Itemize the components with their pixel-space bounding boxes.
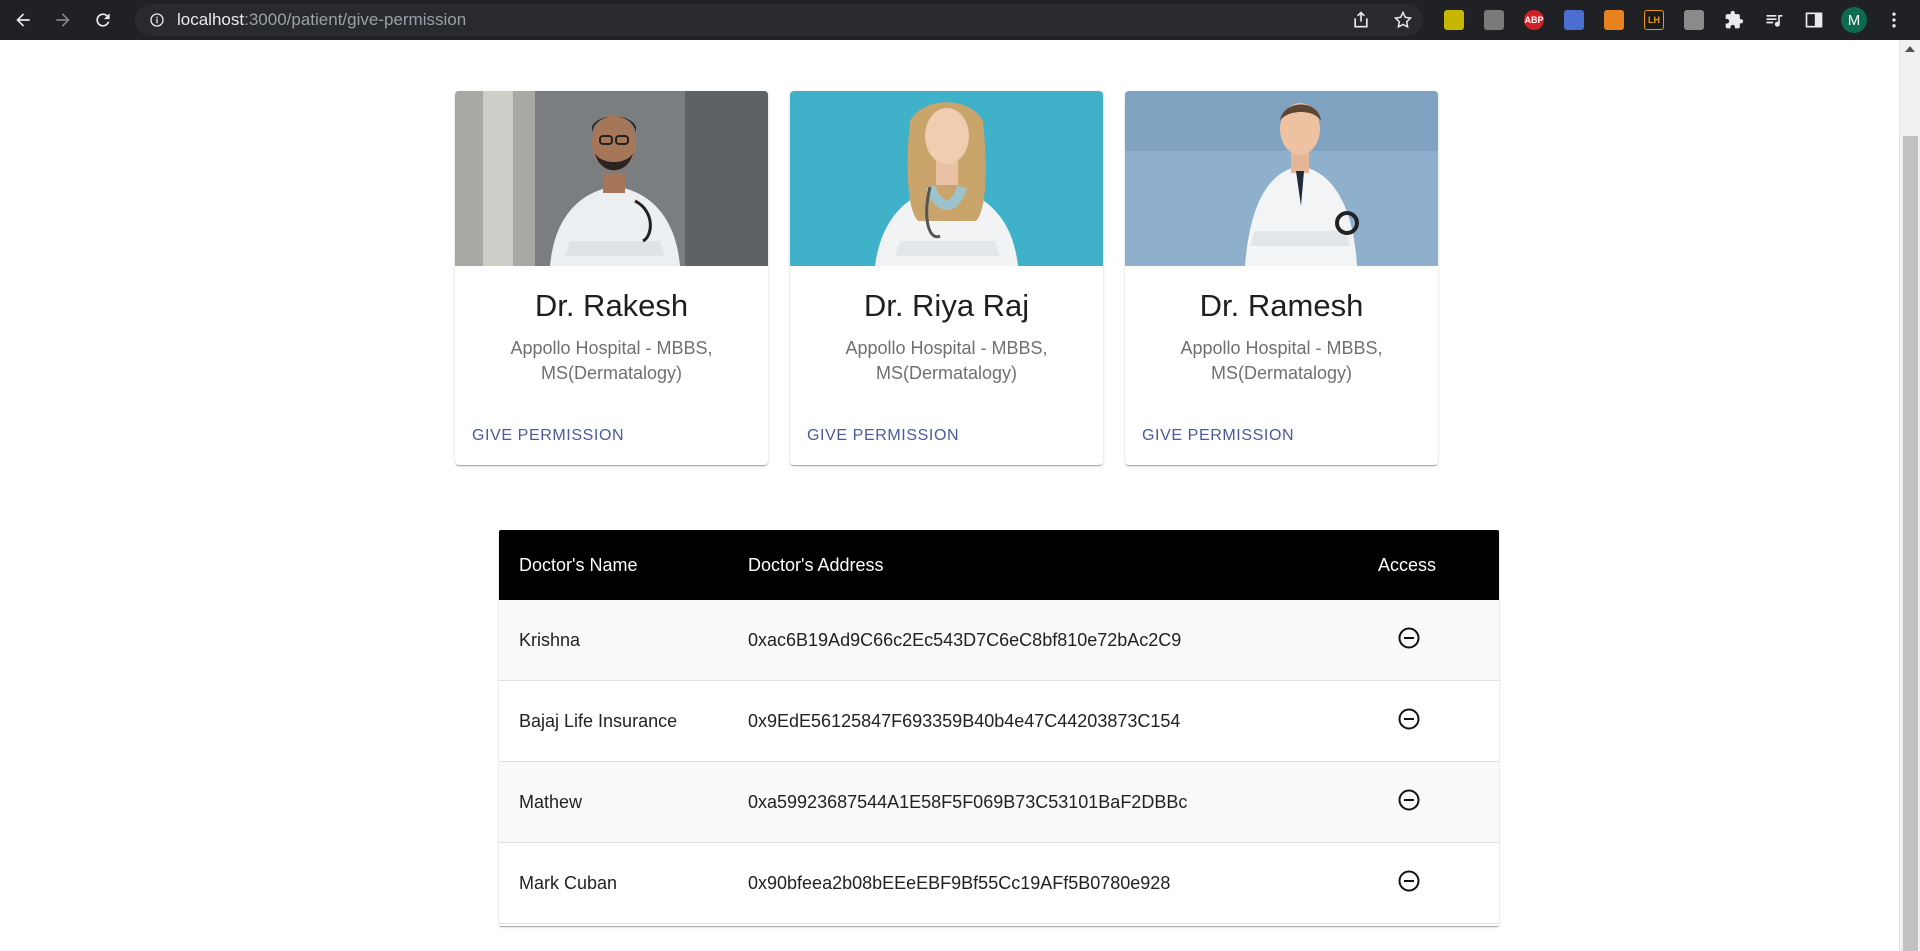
doctor-name: Dr. Rakesh — [534, 288, 689, 323]
side-panel-icon — [1805, 12, 1823, 28]
doctor-address-cell: 0xa59923687544A1E58F5F069B73C53101BaF2DB… — [748, 791, 1188, 812]
address-bar[interactable]: localhost:3000/patient/give-permission — [135, 4, 1423, 36]
extension-doc[interactable] — [1680, 6, 1708, 34]
table-body: Krishna 0xac6B19Ad9C66c2Ec543D7C6eC8bf81… — [499, 600, 1499, 924]
give-permission-button[interactable]: GIVE PERMISSION — [807, 427, 959, 445]
extension-lh[interactable]: LH — [1640, 6, 1668, 34]
avatar: M — [1841, 7, 1867, 33]
extension-abp[interactable]: ABP — [1520, 6, 1548, 34]
doctor-photo-illustration — [790, 91, 1103, 266]
back-button[interactable] — [6, 3, 40, 37]
info-icon[interactable] — [149, 12, 165, 28]
fox-extension-icon — [1604, 10, 1624, 30]
reload-button[interactable] — [86, 3, 120, 37]
table-row: Mark Cuban 0x90bfeea2b08bEEeEBF9Bf55Cc19… — [499, 843, 1499, 924]
menu-button[interactable] — [1880, 6, 1908, 34]
page-scrollbar[interactable] — [1899, 40, 1920, 951]
doctor-qualification: Appollo Hospital - MBBS, MS(Dermatalogy) — [845, 338, 1048, 383]
column-header-name: Doctor's Name — [519, 554, 638, 575]
doctor-photo — [1125, 91, 1438, 266]
column-header-access: Access — [1377, 554, 1437, 575]
doctor-photo-illustration — [1125, 91, 1438, 266]
yellow-extension-icon — [1444, 10, 1464, 30]
give-permission-button[interactable]: GIVE PERMISSION — [1142, 427, 1294, 445]
doctor-photo — [790, 91, 1103, 266]
table-row: Bajaj Life Insurance 0x9EdE56125847F6933… — [499, 681, 1499, 762]
star-icon[interactable] — [1393, 10, 1413, 30]
doctor-card: Dr. Rakesh Appollo Hospital - MBBS, MS(D… — [455, 91, 768, 465]
remove-circle-icon[interactable] — [1397, 788, 1421, 812]
reload-icon — [96, 13, 110, 27]
media-button[interactable] — [1760, 6, 1788, 34]
scroll-up-arrow-icon[interactable] — [1905, 46, 1915, 52]
gray-extension-icon — [1484, 10, 1504, 30]
doctor-photo-illustration — [455, 91, 768, 266]
doctor-name-cell: Mark Cuban — [519, 872, 618, 893]
extension-blue[interactable] — [1560, 6, 1588, 34]
give-permission-button[interactable]: GIVE PERMISSION — [472, 427, 624, 445]
doctor-name: Dr. Riya Raj — [863, 288, 1030, 323]
doctor-card: Dr. Ramesh Appollo Hospital - MBBS, MS(D… — [1125, 91, 1438, 465]
side-panel-button[interactable] — [1800, 6, 1828, 34]
scrollbar-thumb[interactable] — [1903, 136, 1918, 951]
extension-gray[interactable] — [1480, 6, 1508, 34]
puzzle-icon — [1725, 10, 1744, 29]
url-host: localhost — [177, 10, 245, 29]
doctor-name-cell: Mathew — [519, 791, 583, 812]
blue-extension-icon — [1564, 10, 1584, 30]
doctor-name: Dr. Ramesh — [1199, 288, 1364, 323]
extension-fox[interactable] — [1600, 6, 1628, 34]
remove-circle-icon[interactable] — [1397, 707, 1421, 731]
lighthouse-icon: LH — [1644, 10, 1664, 30]
browser-toolbar: localhost:3000/patient/give-permission A… — [0, 0, 1920, 40]
doc-extension-icon — [1684, 10, 1704, 30]
more-vert-icon — [1892, 12, 1896, 28]
extensions-area: ABP LH M — [1440, 6, 1908, 34]
doctor-address-cell: 0xac6B19Ad9C66c2Ec543D7C6eC8bf810e72bAc2… — [748, 629, 1182, 650]
remove-circle-icon[interactable] — [1397, 869, 1421, 893]
table-row: Krishna 0xac6B19Ad9C66c2Ec543D7C6eC8bf81… — [499, 600, 1499, 681]
column-header-address: Doctor's Address — [748, 554, 884, 575]
profile-button[interactable]: M — [1840, 6, 1868, 34]
doctor-cards: Dr. Rakesh Appollo Hospital - MBBS, MS(D… — [455, 91, 1438, 465]
access-cell — [1319, 788, 1499, 817]
doctor-qualification: Appollo Hospital - MBBS, MS(Dermatalogy) — [1180, 338, 1383, 383]
share-icon[interactable] — [1351, 10, 1371, 30]
doctor-photo — [455, 91, 768, 266]
doctor-address-cell: 0x90bfeea2b08bEEeEBF9Bf55Cc19AFf5B0780e9… — [748, 872, 1171, 893]
access-cell — [1319, 869, 1499, 898]
table-header: Doctor's Name Doctor's Address Access — [499, 530, 1499, 600]
access-cell — [1319, 626, 1499, 655]
doctor-name-cell: Krishna — [519, 629, 581, 650]
table-row: Mathew 0xa59923687544A1E58F5F069B73C5310… — [499, 762, 1499, 843]
arrow-right-icon — [56, 13, 70, 27]
doctor-card: Dr. Riya Raj Appollo Hospital - MBBS, MS… — [790, 91, 1103, 465]
adblock-icon: ABP — [1524, 10, 1544, 30]
doctor-qualification: Appollo Hospital - MBBS, MS(Dermatalogy) — [510, 338, 713, 383]
extensions-button[interactable] — [1720, 6, 1748, 34]
remove-circle-icon[interactable] — [1397, 626, 1421, 650]
doctor-name-cell: Bajaj Life Insurance — [519, 710, 678, 731]
doctor-address-cell: 0x9EdE56125847F693359B40b4e47C44203873C1… — [748, 710, 1181, 731]
playlist-icon — [1766, 15, 1783, 27]
access-cell — [1319, 707, 1499, 736]
extension-yellow[interactable] — [1440, 6, 1468, 34]
url-path: :3000/patient/give-permission — [244, 10, 467, 29]
arrow-left-icon — [16, 13, 30, 27]
forward-button[interactable] — [46, 3, 80, 37]
access-table: Doctor's Name Doctor's Address Access Kr… — [499, 530, 1499, 926]
